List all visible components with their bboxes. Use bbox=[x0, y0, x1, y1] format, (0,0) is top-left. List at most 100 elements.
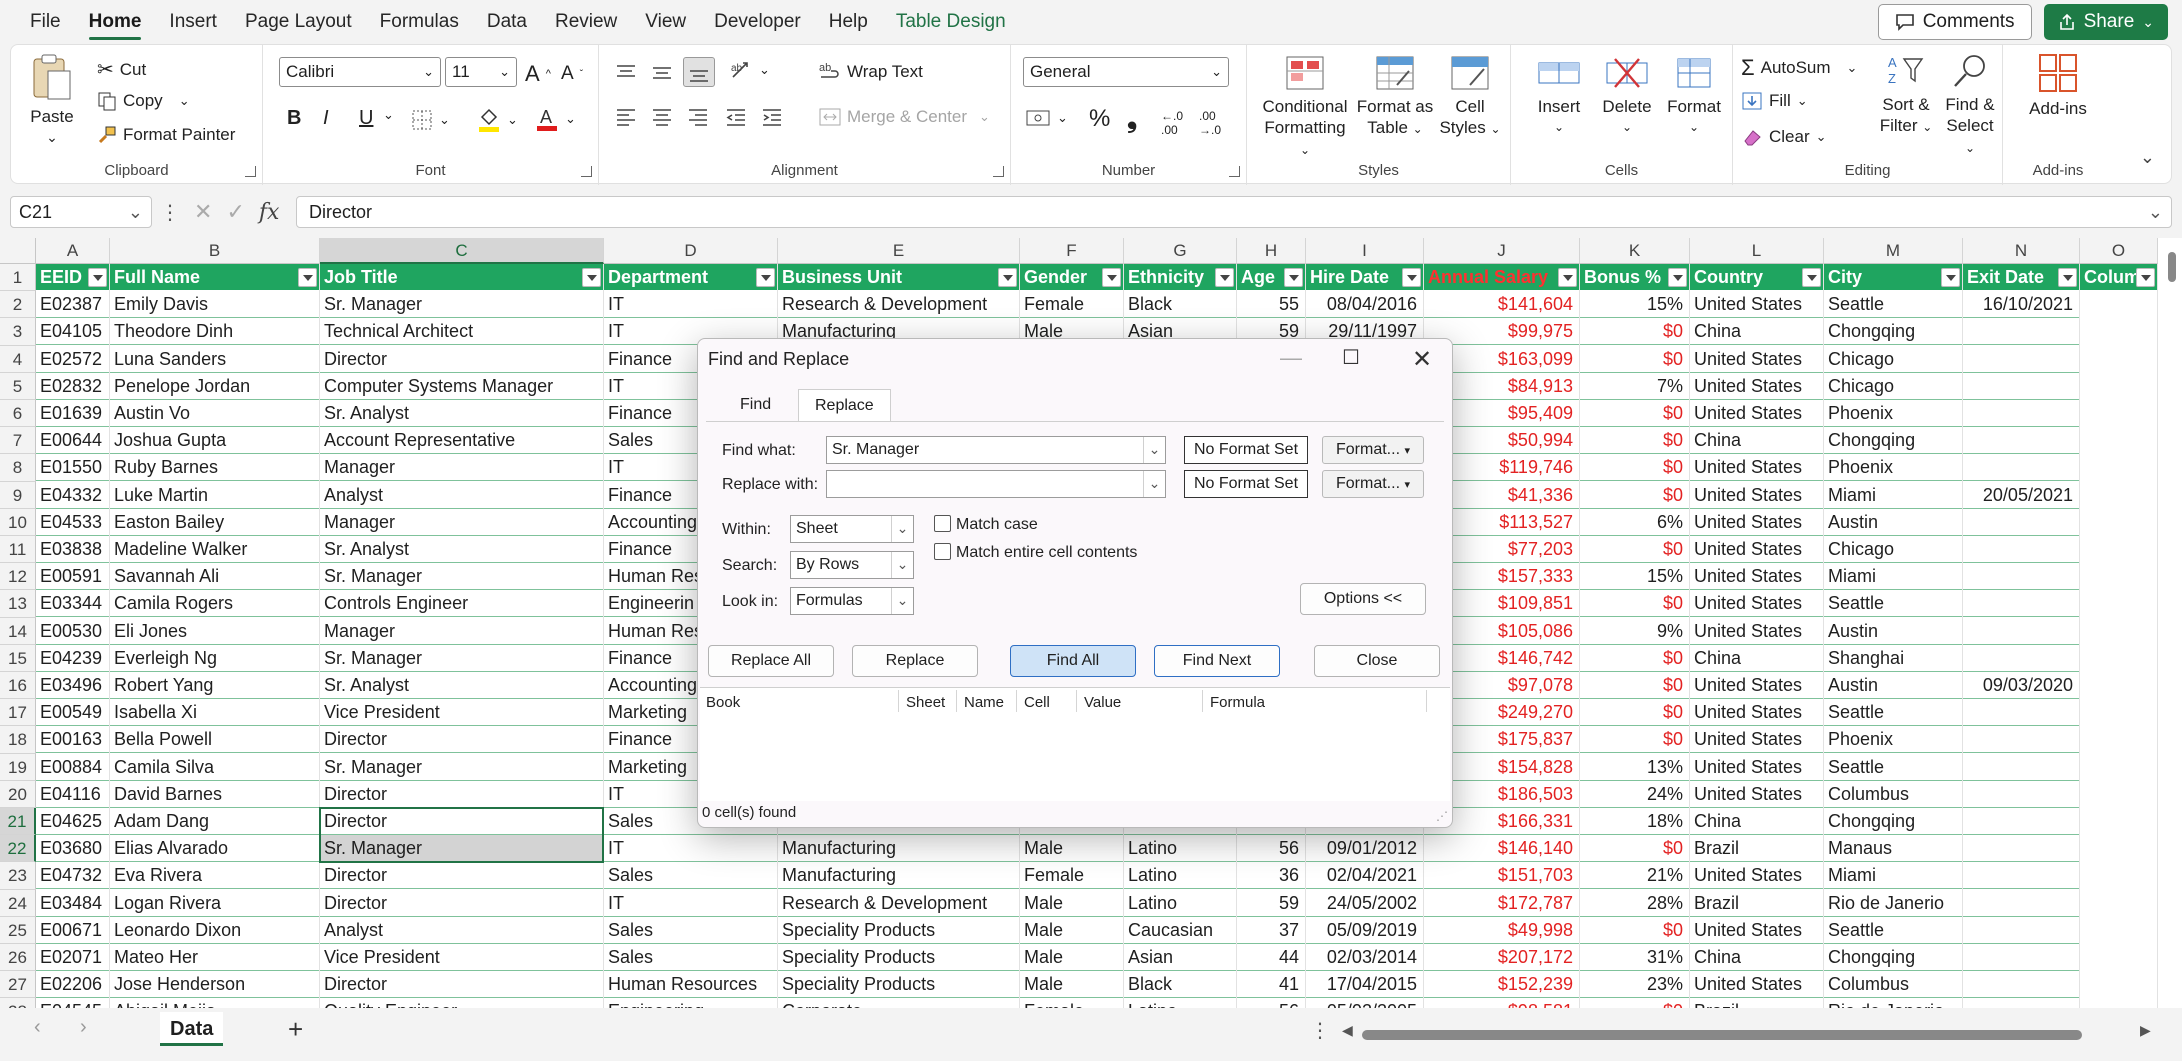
cell-city[interactable]: Seattle bbox=[1824, 291, 1962, 319]
increase-indent-icon[interactable] bbox=[761, 107, 783, 127]
cell-eeid[interactable]: E04332 bbox=[36, 482, 109, 509]
cell-city[interactable]: Manaus bbox=[1824, 835, 1962, 863]
cell-ethnicity[interactable]: Latino bbox=[1124, 862, 1236, 890]
cell-eeid[interactable]: E02387 bbox=[36, 291, 109, 319]
cell-city[interactable]: Austin bbox=[1824, 509, 1962, 536]
column-header-e[interactable]: E bbox=[778, 238, 1020, 264]
number-format-select[interactable]: General ⌄ bbox=[1023, 57, 1229, 87]
comments-button[interactable]: Comments bbox=[1877, 4, 2032, 40]
cell-eeid[interactable]: E03496 bbox=[36, 672, 109, 699]
cell-age[interactable]: 55 bbox=[1237, 291, 1305, 319]
cell-business-unit[interactable]: Corporate bbox=[778, 998, 1019, 1008]
cell-full-name[interactable]: Austin Vo bbox=[110, 400, 319, 427]
cell-city[interactable]: Chicago bbox=[1824, 373, 1962, 400]
cell-eeid[interactable]: E04533 bbox=[36, 509, 109, 536]
cell-eeid[interactable]: E00591 bbox=[36, 563, 109, 591]
sheet-tab-data[interactable]: Data bbox=[160, 1012, 224, 1046]
cell-job-title[interactable]: Sr. Manager bbox=[320, 291, 603, 319]
cell-department[interactable]: Human Resources bbox=[604, 971, 777, 999]
find-select-button[interactable]: Find & Select ⌄ bbox=[1939, 53, 2001, 159]
fill-dropdown-icon[interactable]: ⌄ bbox=[1797, 93, 1808, 109]
delete-cells-button[interactable]: Delete ⌄ bbox=[1597, 55, 1657, 138]
font-color-dropdown-icon[interactable]: ⌄ bbox=[565, 111, 576, 127]
row-header-13[interactable]: 13 bbox=[0, 590, 36, 618]
tab-replace[interactable]: Replace bbox=[798, 389, 891, 421]
cell-full-name[interactable]: Savannah Ali bbox=[110, 563, 319, 591]
cell-city[interactable]: Phoenix bbox=[1824, 400, 1962, 427]
row-header-11[interactable]: 11 bbox=[0, 536, 36, 564]
cell-eeid[interactable]: E04625 bbox=[36, 808, 109, 835]
cell-bonus[interactable]: 6% bbox=[1580, 509, 1689, 536]
cell-eeid[interactable]: E00549 bbox=[36, 699, 109, 727]
fill-color-dropdown-icon[interactable]: ⌄ bbox=[507, 112, 518, 128]
row-header-6[interactable]: 6 bbox=[0, 400, 36, 428]
format-cells-button[interactable]: Format ⌄ bbox=[1661, 55, 1727, 138]
cell-ethnicity[interactable]: Latino bbox=[1124, 835, 1236, 863]
cell-department[interactable]: Sales bbox=[604, 944, 777, 971]
result-col-name[interactable]: Name bbox=[964, 694, 1004, 711]
table-header-exit-date[interactable]: Exit Date bbox=[1963, 264, 2079, 291]
clipboard-launcher-icon[interactable] bbox=[245, 166, 256, 177]
menu-developer[interactable]: Developer bbox=[700, 0, 815, 44]
cell-hire-date[interactable]: 02/03/2014 bbox=[1306, 944, 1423, 971]
cell-age[interactable]: 56 bbox=[1237, 998, 1305, 1008]
cell-full-name[interactable]: Elias Alvarado bbox=[110, 835, 319, 863]
row-header-24[interactable]: 24 bbox=[0, 889, 36, 917]
cell-job-title[interactable]: Manager bbox=[320, 618, 603, 645]
cell-full-name[interactable]: Abigail Mejia bbox=[110, 998, 319, 1008]
cell-annual-salary[interactable]: $152,239 bbox=[1424, 971, 1579, 999]
cell-business-unit[interactable]: Manufacturing bbox=[778, 862, 1019, 890]
font-color-button[interactable]: A ⌄ bbox=[535, 105, 576, 133]
cell-bonus[interactable]: 23% bbox=[1580, 971, 1689, 999]
row-header-3[interactable]: 3 bbox=[0, 318, 36, 346]
cell-job-title[interactable]: Technical Architect bbox=[320, 318, 603, 346]
cell-country[interactable]: United States bbox=[1690, 482, 1823, 509]
cell-exit-date[interactable] bbox=[1963, 944, 2079, 971]
cell-full-name[interactable]: Leonardo Dixon bbox=[110, 917, 319, 944]
cell-exit-date[interactable]: 09/03/2020 bbox=[1963, 672, 2079, 699]
replace-format-button[interactable]: Format... ▾ bbox=[1322, 470, 1424, 498]
cell-city[interactable]: Shanghai bbox=[1824, 645, 1962, 672]
align-bottom-button[interactable] bbox=[683, 57, 715, 87]
filter-dropdown-icon[interactable] bbox=[2136, 268, 2155, 287]
cell-city[interactable]: Chicago bbox=[1824, 536, 1962, 563]
cell-job-title[interactable]: Director bbox=[320, 346, 603, 373]
cell-exit-date[interactable] bbox=[1963, 427, 2079, 455]
conditional-formatting-button[interactable]: Conditional Formatting ⌄ bbox=[1257, 55, 1353, 161]
row-header-9[interactable]: 9 bbox=[0, 481, 36, 509]
cell-eeid[interactable]: E02832 bbox=[36, 373, 109, 400]
cell-bonus[interactable]: $0 bbox=[1580, 835, 1689, 863]
match-entire-checkbox[interactable] bbox=[934, 543, 951, 560]
table-header-job-title[interactable]: Job Title bbox=[320, 264, 603, 291]
within-dropdown-icon[interactable]: ⌄ bbox=[891, 516, 913, 542]
cell-bonus[interactable]: $0 bbox=[1580, 482, 1689, 509]
filter-dropdown-icon[interactable] bbox=[2058, 268, 2077, 287]
cell-eeid[interactable]: E04116 bbox=[36, 781, 109, 808]
cell-styles-button[interactable]: Cell Styles ⌄ bbox=[1437, 55, 1503, 140]
replace-with-dropdown-icon[interactable]: ⌄ bbox=[1143, 471, 1165, 497]
cell-job-title[interactable]: Analyst bbox=[320, 482, 603, 509]
menu-table-design[interactable]: Table Design bbox=[882, 0, 1020, 44]
paste-dropdown-icon[interactable]: ⌄ bbox=[25, 127, 79, 148]
clear-button[interactable]: Clear ⌄ bbox=[1741, 127, 1827, 147]
options-button[interactable]: Options << bbox=[1300, 583, 1426, 615]
borders-dropdown-icon[interactable]: ⌄ bbox=[439, 112, 450, 128]
cell-eeid[interactable]: E04239 bbox=[36, 645, 109, 672]
cell-city[interactable]: Phoenix bbox=[1824, 726, 1962, 754]
cell-hire-date[interactable]: 09/01/2012 bbox=[1306, 835, 1423, 863]
align-middle-icon[interactable] bbox=[651, 63, 673, 83]
cell-exit-date[interactable] bbox=[1963, 536, 2079, 563]
cell-city[interactable]: Miami bbox=[1824, 482, 1962, 509]
cell-country[interactable]: Brazil bbox=[1690, 835, 1823, 863]
menu-data[interactable]: Data bbox=[473, 0, 541, 44]
cell-city[interactable]: Phoenix bbox=[1824, 454, 1962, 482]
copy-dropdown-icon[interactable]: ⌄ bbox=[179, 93, 190, 109]
cell-city[interactable]: Chongqing bbox=[1824, 427, 1962, 455]
result-col-book[interactable]: Book bbox=[706, 694, 740, 711]
filter-dropdown-icon[interactable] bbox=[756, 268, 775, 287]
filter-dropdown-icon[interactable] bbox=[1215, 268, 1234, 287]
cell-eeid[interactable]: E00644 bbox=[36, 427, 109, 455]
filter-dropdown-icon[interactable] bbox=[298, 268, 317, 287]
cell-gender[interactable]: Male bbox=[1020, 835, 1123, 863]
cell-city[interactable]: Seattle bbox=[1824, 590, 1962, 618]
